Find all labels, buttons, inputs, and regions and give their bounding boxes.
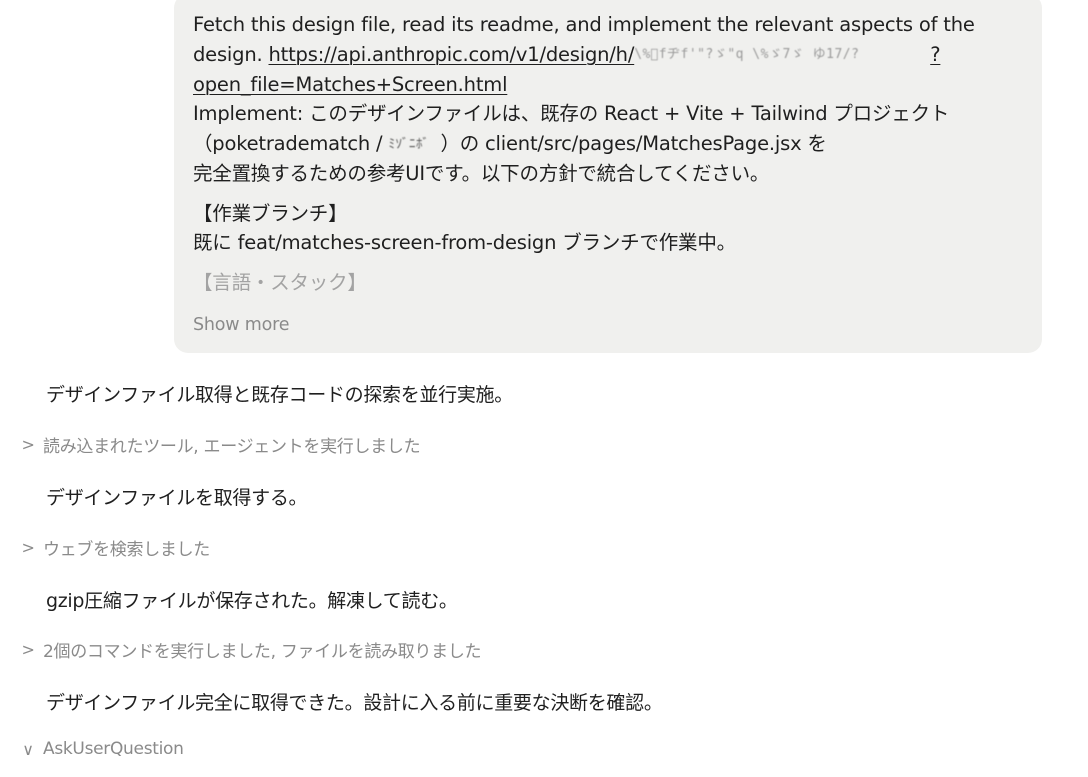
assistant-message: デザインファイルを取得する。 [46, 487, 308, 509]
user-message-line: 完全置換するための参考UIです。以下の方針で統合してください。 [193, 162, 770, 185]
section-body-branch: 既に feat/matches-screen-from-design ブランチで… [193, 231, 736, 254]
assistant-message: デザインファイル完全に取得できた。設計に入る前に重要な決断を確認。 [46, 692, 663, 714]
redacted-project-name: ﾐｿﾞﾆﾎﾞ [388, 136, 430, 152]
user-message-line: open_file=Matches+Screen.html [193, 70, 1024, 100]
user-message-text: ）の client/src/pages/MatchesPage.jsx を [440, 131, 827, 155]
section-title-branch: 【作業ブランチ】 [193, 201, 348, 225]
assistant-message: gzip圧縮ファイルが保存された。解凍して読む。 [46, 590, 458, 612]
chevron-right-icon: > [21, 640, 35, 659]
tool-call-label: 読み込まれたツール, エージェントを実行しました [43, 437, 421, 457]
chat-transcript: Fetch this design file, read its readme,… [0, 0, 1088, 777]
user-message-line: Implement: このデザインファイルは、既存の React + Vite … [193, 102, 950, 126]
user-message-line: Fetch this design file, read its readme,… [193, 13, 975, 36]
redacted-link-segment: \%゙fヂf'"?ゞ"q \%ゞ7ゞ ゆ17/? [634, 47, 860, 63]
tool-call-row[interactable]: > 読み込まれたツール, エージェントを実行しました [20, 432, 420, 457]
tool-call-label: ウェブを検索しました [43, 540, 210, 560]
design-file-link-url: https://api.anthropic.com/v1/design/h/ [268, 42, 635, 66]
tool-call-row[interactable]: > 2個のコマンドを実行しました, ファイルを読み取りました [20, 637, 481, 662]
design-file-link[interactable]: https://api.anthropic.com/v1/design/h/\%… [269, 43, 941, 66]
user-message-line: design. https://api.anthropic.com/v1/des… [193, 40, 1024, 70]
show-more-button[interactable]: Show more [193, 311, 1024, 341]
chevron-right-icon: > [21, 435, 35, 454]
tool-call-row-expanded[interactable]: ∨ AskUserQuestion [20, 739, 184, 759]
assistant-message: デザインファイル取得と既存コードの探索を並行実施。 [46, 384, 513, 406]
chevron-down-icon: ∨ [22, 739, 34, 759]
user-message-line: （poketradematch / ﾐｿﾞﾆﾎﾞ ）の client/src/pa… [193, 129, 1024, 159]
user-message-text: design. [193, 42, 269, 66]
user-message-text: （poketradematch / [193, 131, 389, 155]
tool-call-row[interactable]: > ウェブを検索しました [20, 535, 210, 560]
chevron-right-icon: > [21, 538, 35, 557]
section-title-stack: 【言語・スタック】 [193, 270, 367, 294]
user-message-bubble: Fetch this design file, read its readme,… [174, 0, 1042, 353]
tool-call-label: 2個のコマンドを実行しました, ファイルを読み取りました [43, 642, 482, 662]
design-file-link-continued[interactable]: open_file=Matches+Screen.html [193, 73, 508, 96]
design-file-link-query-mark: ? [930, 42, 941, 66]
tool-call-label: AskUserQuestion [43, 739, 184, 759]
